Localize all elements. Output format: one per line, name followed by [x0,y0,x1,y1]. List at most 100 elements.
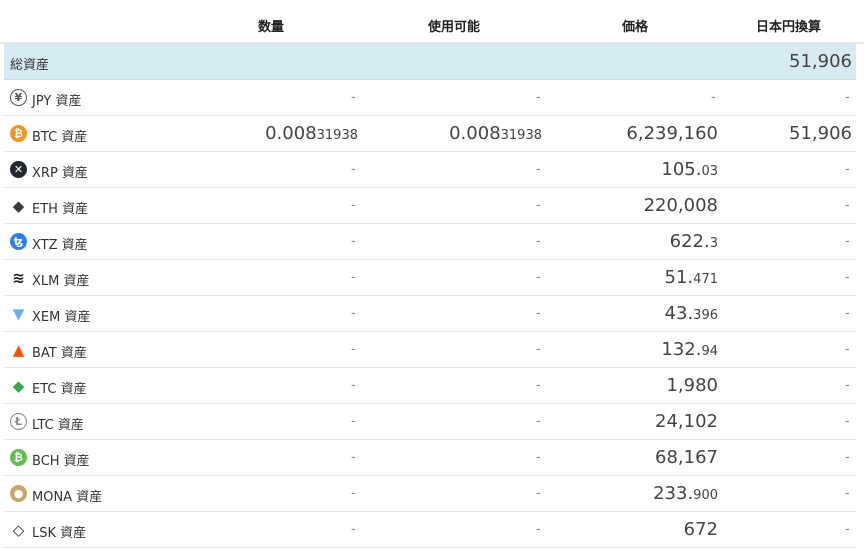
jpy-value-empty: - [845,378,850,393]
price-value: 233.900 [653,483,718,504]
lisk-icon: ◇ [12,520,25,539]
quantity-value-empty: - [351,342,356,357]
jpy-value-empty: - [845,522,850,537]
table-header: 数量 使用可能 価格 日本円換算 [0,0,864,44]
asset-name: XEM 資産 [32,310,91,325]
asset-row-jpy: ¥ JPY 資産 - - - - [4,80,856,116]
column-header-quantity: 数量 [258,20,285,35]
asset-row-mona: ● MONA 資産 - - 233.900 - [4,476,856,512]
jpy-value-empty: - [845,486,850,501]
quantity-value-empty: - [351,378,356,393]
price-value: 105.03 [661,159,718,180]
asset-row-xtz: ꜩ XTZ 資産 - - 622.3 - [4,224,856,260]
asset-row-xlm: ≋ XLM 資産 - - 51.471 - [4,260,856,296]
asset-name: XTZ 資産 [32,238,88,253]
asset-table: 数量 使用可能 価格 日本円換算 総資産 51,906 ¥ JPY 資産 - - - - ₿… [0,0,864,548]
available-value: 0.00831938 [449,123,542,144]
asset-name: XLM 資産 [32,274,90,289]
price-value: 51.471 [664,267,718,288]
price-value: 6,239,160 [626,123,718,144]
price-value: 1,980 [666,375,718,396]
total-assets-value: 51,906 [789,51,852,72]
available-value-empty: - [536,234,541,249]
available-value-empty: - [536,414,541,429]
jpy-value-empty: - [845,306,850,321]
quantity-value-empty: - [351,414,356,429]
asset-row-xem: ▼ XEM 資産 - - 43.396 - [4,296,856,332]
price-value-empty: - [711,90,716,105]
available-value-empty: - [536,306,541,321]
quantity-value-empty: - [351,486,356,501]
jpy-value-empty: - [845,162,850,177]
asset-row-bat: ▲ BAT 資産 - - 132.94 - [4,332,856,368]
asset-name: BCH 資産 [32,454,90,469]
available-value-empty: - [536,342,541,357]
quantity-value-empty: - [351,522,356,537]
quantity-value-empty: - [351,306,356,321]
jpy-value-empty: - [845,342,850,357]
asset-name: ETH 資産 [32,202,89,217]
asset-name: LTC 資産 [32,418,84,433]
asset-row-ltc: Ł LTC 資産 - - 24,102 - [4,404,856,440]
jpy-value-empty: - [845,414,850,429]
asset-row-etc: ◆ ETC 資産 - - 1,980 - [4,368,856,404]
bat-icon: ▲ [12,340,25,359]
total-assets-label: 総資産 [10,58,50,73]
quantity-value-empty: - [351,198,356,213]
available-value-empty: - [536,198,541,213]
asset-rows: ¥ JPY 資産 - - - - ₿ BTC 資産 0.00831938 0.00831938 6,… [0,80,864,548]
asset-row-xrp: ✕ XRP 資産 - - 105.03 - [4,152,856,188]
column-header-price: 価格 [622,20,649,35]
jpy-value-empty: - [845,450,850,465]
jpy-value-empty: - [845,198,850,213]
quantity-value-empty: - [351,270,356,285]
asset-row-bch: ₿ BCH 資産 - - 68,167 - [4,440,856,476]
asset-row-lsk: ◇ LSK 資産 - - 672 - [4,512,856,548]
price-value: 43.396 [664,303,718,324]
quantity-value-empty: - [351,90,356,105]
price-value: 132.94 [661,339,718,360]
price-value: 672 [683,519,718,540]
asset-name: ETC 資産 [32,382,87,397]
jpy-value-empty: - [845,270,850,285]
price-value: 622.3 [669,231,718,252]
quantity-value-empty: - [351,234,356,249]
asset-name: XRP 資産 [32,166,88,181]
available-value-empty: - [536,90,541,105]
tezos-icon: ꜩ [10,233,27,250]
stellar-icon: ≋ [12,268,25,287]
yen-icon: ¥ [10,89,27,106]
column-header-available: 使用可能 [428,20,481,35]
quantity-value-empty: - [351,162,356,177]
asset-name: MONA 資産 [32,490,103,505]
asset-name: BAT 資産 [32,346,87,361]
available-value-empty: - [536,378,541,393]
available-value-empty: - [536,162,541,177]
asset-name: BTC 資産 [32,130,88,145]
available-value-empty: - [536,522,541,537]
asset-name: LSK 資産 [32,526,87,541]
asset-name: JPY 資産 [32,94,82,109]
column-header-jpy-value: 日本円換算 [756,20,822,35]
asset-row-eth: ◆ ETH 資産 - - 220,008 - [4,188,856,224]
monacoin-icon: ● [10,485,27,502]
quantity-value-empty: - [351,450,356,465]
quantity-value: 0.00831938 [265,123,358,144]
available-value-empty: - [536,450,541,465]
xrp-icon: ✕ [10,161,27,178]
ethereum-classic-icon: ◆ [12,376,25,395]
nem-icon: ▼ [12,304,25,323]
bitcoin-icon: ₿ [10,125,27,142]
available-value-empty: - [536,486,541,501]
price-value: 24,102 [655,411,718,432]
price-value: 220,008 [643,195,718,216]
available-value-empty: - [536,270,541,285]
asset-row-btc: ₿ BTC 資産 0.00831938 0.00831938 6,239,160 51,9… [4,116,856,152]
bitcoin-cash-icon: ₿ [10,449,27,466]
litecoin-icon: Ł [10,413,27,430]
ethereum-icon: ◆ [12,196,25,215]
jpy-value-empty: - [845,90,850,105]
jpy-value: 51,906 [789,123,852,144]
price-value: 68,167 [655,447,718,468]
jpy-value-empty: - [845,234,850,249]
